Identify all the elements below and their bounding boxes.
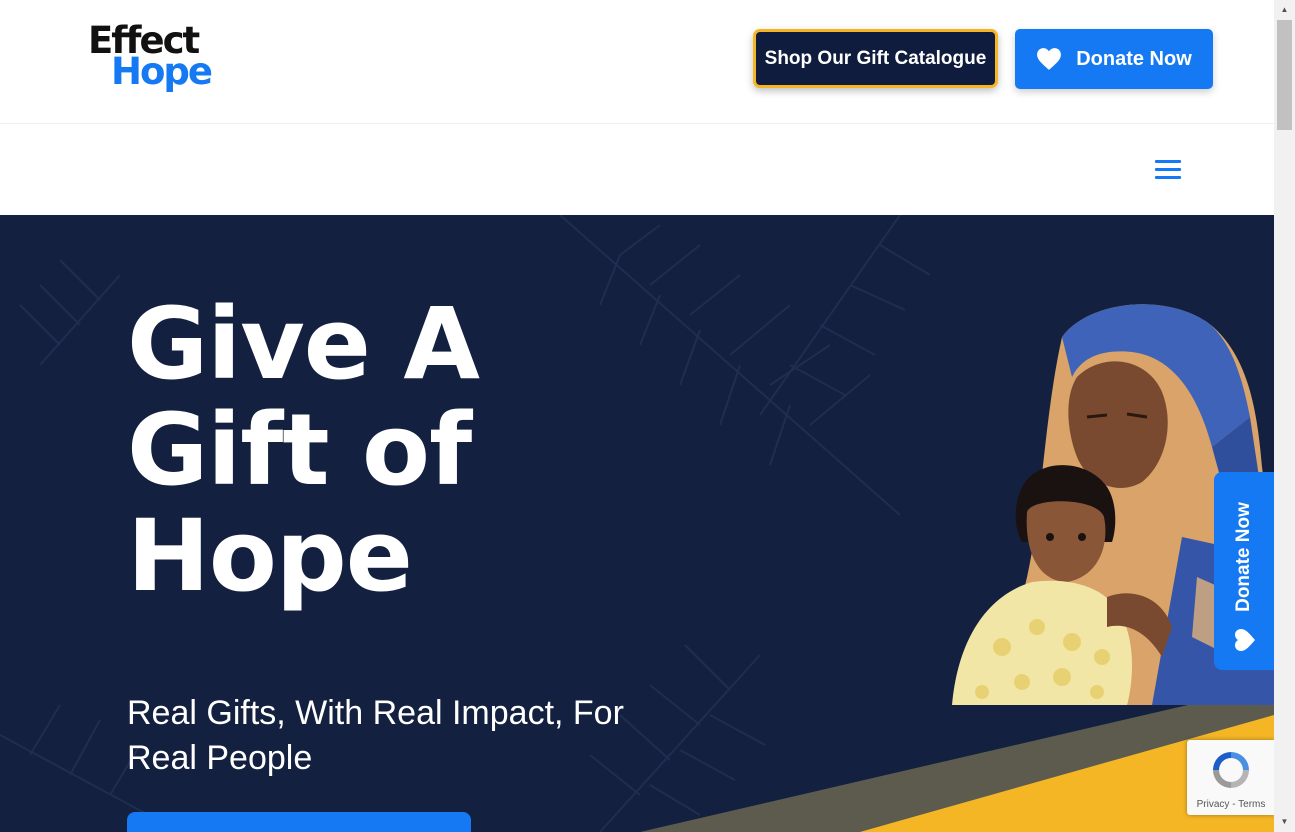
hero-title-line-1: Give A [127,287,480,402]
page: Effect Hope Shop Our Gift Catalogue Dona… [0,0,1295,832]
recaptcha-badge[interactable]: Privacy - Terms [1187,740,1275,815]
hero-title: Give A Gift of Hope [127,292,647,610]
recaptcha-links: Privacy - Terms [1187,799,1275,810]
terms-link[interactable]: Terms [1238,799,1265,810]
vertical-scrollbar[interactable]: ▲ ▼ [1274,0,1295,832]
heart-icon [1037,48,1062,70]
scroll-up-arrow-icon[interactable]: ▲ [1274,0,1295,18]
hamburger-menu-icon[interactable] [1155,160,1183,180]
donate-now-button[interactable]: Donate Now [1015,29,1213,89]
hero-cta-button[interactable] [127,812,471,832]
heart-icon [1235,629,1255,651]
scroll-thumb[interactable] [1277,20,1292,130]
recaptcha-icon [1213,752,1249,788]
side-donate-tab[interactable]: Donate Now [1214,472,1274,670]
side-donate-label: Donate Now [1233,502,1254,612]
donate-now-label: Donate Now [1076,47,1192,70]
hero-section: Give A Gift of Hope Real Gifts, With Rea… [0,215,1274,832]
hero-title-line-2: Gift of [127,393,472,508]
top-header: Effect Hope Shop Our Gift Catalogue Dona… [0,0,1274,124]
privacy-link[interactable]: Privacy [1197,799,1230,810]
nav-bar [0,125,1274,215]
hero-title-line-3: Hope [127,499,413,614]
logo-text-hope: Hope [111,50,213,93]
scroll-down-arrow-icon[interactable]: ▼ [1274,812,1295,830]
shop-gift-catalogue-button[interactable]: Shop Our Gift Catalogue [753,29,998,88]
hero-subtitle: Real Gifts, With Real Impact, For Real P… [127,694,624,777]
recaptcha-separator: - [1232,799,1236,810]
effect-hope-logo[interactable]: Effect Hope [88,22,220,94]
